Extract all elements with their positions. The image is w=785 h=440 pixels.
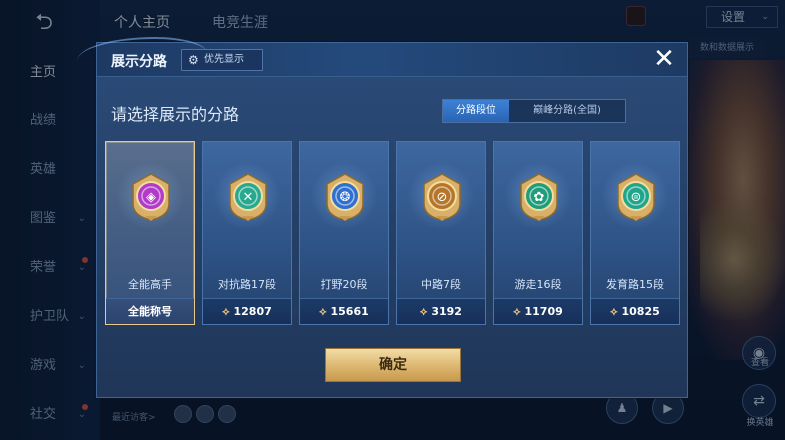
svg-text:⊜: ⊜ — [631, 190, 642, 205]
lane-emblem-icon: ⊜ — [614, 172, 658, 222]
priority-display-button[interactable]: ⚙ 优先显示 — [181, 49, 263, 71]
lane-card-footer: ⟡ 3192 — [397, 298, 485, 324]
points-icon: ⟡ — [420, 305, 428, 318]
lane-emblem-icon: ✿ — [517, 172, 561, 222]
lane-emblem-icon: ✕ — [226, 172, 270, 222]
lane-card[interactable]: ◈ 全能高手全能称号 — [105, 141, 195, 325]
lane-card[interactable]: ✿ 游走16段 ⟡ 11709 — [493, 141, 583, 325]
toggle-peak-lane[interactable]: 巅峰分路(全国) — [509, 100, 625, 122]
dialog-title: 展示分路 — [111, 54, 167, 70]
points-icon: ⟡ — [513, 305, 521, 318]
lane-card-footer: ⟡ 12807 — [203, 298, 291, 324]
lane-card-footer: ⟡ 10825 — [591, 298, 679, 324]
lane-card[interactable]: ❂ 打野20段 ⟡ 15661 — [299, 141, 389, 325]
lane-card[interactable]: ✕ 对抗路17段 ⟡ 12807 — [202, 141, 292, 325]
toggle-lane-rank[interactable]: 分路段位 — [443, 100, 509, 122]
lane-emblem-icon: ◈ — [129, 172, 173, 222]
lane-points-value: 10825 — [621, 305, 660, 318]
points-icon: ⟡ — [222, 305, 230, 318]
points-icon: ⟡ — [319, 305, 327, 318]
lane-points-value: 12807 — [233, 305, 272, 318]
svg-text:✕: ✕ — [243, 190, 254, 205]
lane-title-value: 全能称号 — [128, 305, 172, 318]
lane-points-value: 11709 — [524, 305, 563, 318]
gear-icon: ⚙ — [188, 53, 199, 67]
lane-card-name: 对抗路17段 — [218, 278, 276, 291]
lane-card-footer: ⟡ 11709 — [494, 298, 582, 324]
lane-card[interactable]: ⊜ 发育路15段 ⟡ 10825 — [590, 141, 680, 325]
confirm-button[interactable]: 确定 — [325, 348, 461, 382]
lane-display-dialog: 展示分路 ⚙ 优先显示 ✕ 请选择展示的分路 分路段位 巅峰分路(全国) ◈ 全能… — [77, 37, 688, 398]
lane-emblem-icon: ❂ — [323, 172, 367, 222]
dialog-header: 展示分路 ⚙ 优先显示 — [77, 37, 687, 77]
close-icon[interactable]: ✕ — [649, 45, 679, 75]
lane-card-name: 游走16段 — [514, 278, 562, 291]
lane-card-name: 打野20段 — [320, 278, 368, 291]
lane-card-footer: 全能称号 — [106, 298, 194, 324]
svg-text:❂: ❂ — [340, 190, 351, 205]
lane-points-value: 15661 — [330, 305, 369, 318]
lane-card-name: 中路7段 — [421, 278, 461, 291]
lane-points-value: 3192 — [431, 305, 462, 318]
svg-text:◈: ◈ — [146, 190, 156, 205]
points-icon: ⟡ — [610, 305, 618, 318]
dialog-subtitle: 请选择展示的分路 — [111, 105, 240, 124]
lane-card-name: 全能高手 — [128, 278, 172, 291]
lane-card-footer: ⟡ 15661 — [300, 298, 388, 324]
lane-card[interactable]: ⊘ 中路7段 ⟡ 3192 — [396, 141, 486, 325]
lane-card-name: 发育路15段 — [606, 278, 664, 291]
lane-card-list: ◈ 全能高手 全能称号 ✕ 对抗路17段 ⟡ 12807 ❂ 打野20段 ⟡ 15661 ⊘ 中路7段 ⟡… — [105, 141, 685, 325]
svg-text:⊘: ⊘ — [437, 190, 448, 205]
svg-text:✿: ✿ — [534, 190, 545, 205]
lane-emblem-icon: ⊘ — [420, 172, 464, 222]
lane-mode-toggle: 分路段位 巅峰分路(全国) — [442, 99, 626, 123]
